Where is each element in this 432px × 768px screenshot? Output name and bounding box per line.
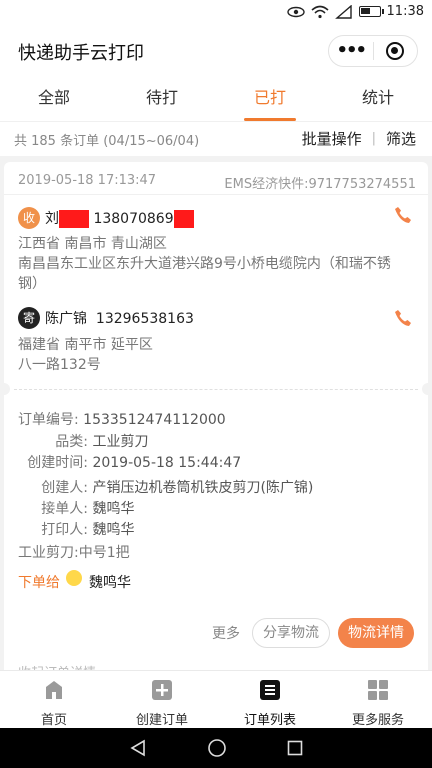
close-miniprogram-button[interactable] (373, 42, 417, 60)
home-circle-icon[interactable] (207, 738, 227, 758)
order-no-label: 订单编号: (18, 412, 79, 428)
grid-icon (368, 680, 388, 700)
title-bar: 快递助手云打印 ••• (0, 26, 432, 76)
creator-label: 创建人: (41, 480, 88, 496)
status-time: 11:38 (386, 4, 424, 19)
wifi-icon (311, 5, 329, 18)
sender-phone: 13296538163 (95, 311, 194, 327)
category-value: 工业剪刀 (92, 434, 149, 450)
sender-contact: 陈广锦 13296538163 (45, 308, 194, 328)
actions-divider: | (371, 131, 376, 146)
battery-icon (358, 6, 384, 17)
created-time-label: 创建时间: (27, 455, 88, 471)
plus-square-icon (152, 680, 172, 700)
receiver-address-line1: 江西省 南昌市 青山湖区 (18, 236, 167, 252)
logistics-detail-button[interactable]: 物流详情 (338, 618, 414, 648)
sender-name: 陈广锦 (45, 311, 87, 327)
receiver-phone-call-icon[interactable] (394, 206, 412, 224)
eye-care-icon (286, 6, 305, 17)
printed-time: 2019-05-18 17:13:47 (18, 173, 157, 188)
redaction-block (173, 210, 194, 228)
recents-icon[interactable] (287, 740, 303, 756)
receiver-name: 刘 (45, 211, 59, 227)
nav-order-list-label: 订单列表 (243, 713, 296, 728)
receiver-person-row: 接单人: 魏鸣华 (18, 499, 134, 520)
status-bar: 11:38 (0, 0, 432, 26)
creator-value: 产销压边机卷筒机铁皮剪刀(陈广锦) (92, 480, 314, 496)
created-time-value: 2019-05-18 15:44:47 (92, 455, 242, 471)
receiver-contact: 刘 138070869 (45, 208, 194, 228)
receiver-address-line2: 南昌昌东工业区东升大道港兴路9号小桥电缆院内（和瑞不锈 (18, 256, 391, 272)
signal-icon (334, 4, 352, 19)
category-row: 品类: 工业剪刀 (18, 432, 148, 453)
assign-label: 下单给 (18, 575, 60, 591)
item-line: 工业剪刀:中号1把 (18, 545, 130, 561)
list-icon (260, 680, 280, 700)
assign-row: 下单给 魏鸣华 (18, 570, 131, 592)
assign-name: 魏鸣华 (89, 575, 131, 591)
receiver-address-line3: 钢） (18, 276, 46, 292)
tab-all[interactable]: 全部 (0, 76, 108, 121)
receiver-badge: 收 (18, 207, 40, 229)
sender-phone-call-icon[interactable] (394, 309, 412, 327)
creator-row: 创建人: 产销压边机卷筒机铁皮剪刀(陈广锦) (18, 478, 313, 499)
nav-order-list[interactable]: 订单列表 (216, 671, 324, 728)
order-no-value: 1533512474112000 (83, 412, 226, 428)
miniprogram-capsule: ••• (328, 35, 418, 67)
bottom-navigation: 首页 创建订单 订单列表 更多服务 (0, 670, 432, 728)
share-logistics-button[interactable]: 分享物流 (252, 618, 330, 648)
target-icon (386, 42, 405, 60)
nav-home-label: 首页 (40, 713, 67, 728)
card-notch-left (0, 383, 10, 395)
nav-create-order[interactable]: 创建订单 (108, 671, 216, 728)
smiley-avatar-icon (66, 570, 82, 586)
card-notch-right (422, 383, 432, 395)
receiver-person-label: 接单人: (41, 501, 88, 517)
back-icon[interactable] (129, 739, 147, 757)
order-tabs: 全部 待打 已打 统计 (0, 76, 432, 122)
order-card: 2019-05-18 17:13:47 EMS经济快件:971775327455… (0, 162, 432, 670)
header-divider (4, 194, 428, 195)
tab-printed[interactable]: 已打 (216, 76, 324, 121)
system-navigation-bar (0, 728, 432, 768)
home-icon (46, 681, 62, 699)
sender-address-line2: 八一路132号 (18, 357, 101, 373)
tab-pending-print[interactable]: 待打 (108, 76, 216, 121)
carrier-tracking: EMS经济快件:9717753274551 (224, 177, 416, 192)
more-menu-icon[interactable]: ••• (329, 36, 373, 66)
order-actions: 更多 分享物流 物流详情 (212, 618, 414, 648)
order-count: 共 185 条订单 (04/15~06/04) (14, 134, 200, 149)
collapse-details-link[interactable]: 收起订单详情 (18, 662, 96, 670)
redaction-block (59, 210, 89, 228)
printer-value: 魏鸣华 (92, 522, 135, 538)
tab-statistics[interactable]: 统计 (324, 76, 432, 121)
batch-operation-button[interactable]: 批量操作 (302, 128, 362, 149)
nav-create-order-label: 创建订单 (135, 713, 188, 728)
receiver-phone: 138070869 (93, 211, 174, 227)
app-title: 快递助手云打印 (18, 43, 144, 64)
filter-button[interactable]: 筛选 (386, 128, 416, 149)
order-list[interactable]: 2019-05-18 17:13:47 EMS经济快件:971775327455… (0, 156, 432, 670)
nav-more-services-label: 更多服务 (351, 713, 404, 728)
printer-row: 打印人: 魏鸣华 (18, 520, 134, 541)
order-no-row: 订单编号: 1533512474112000 (18, 410, 226, 431)
sender-badge: 寄 (18, 307, 40, 329)
more-button[interactable]: 更多 (212, 623, 240, 643)
summary-bar: 共 185 条订单 (04/15~06/04) 批量操作 | 筛选 (0, 122, 432, 156)
printer-label: 打印人: (41, 522, 88, 538)
nav-more-services[interactable]: 更多服务 (324, 671, 432, 728)
section-divider (14, 389, 418, 390)
category-label: 品类: (55, 434, 88, 450)
created-time-row: 创建时间: 2019-05-18 15:44:47 (18, 453, 241, 474)
nav-home[interactable]: 首页 (0, 671, 108, 728)
receiver-person-value: 魏鸣华 (92, 501, 135, 517)
sender-address-line1: 福建省 南平市 延平区 (18, 337, 153, 353)
